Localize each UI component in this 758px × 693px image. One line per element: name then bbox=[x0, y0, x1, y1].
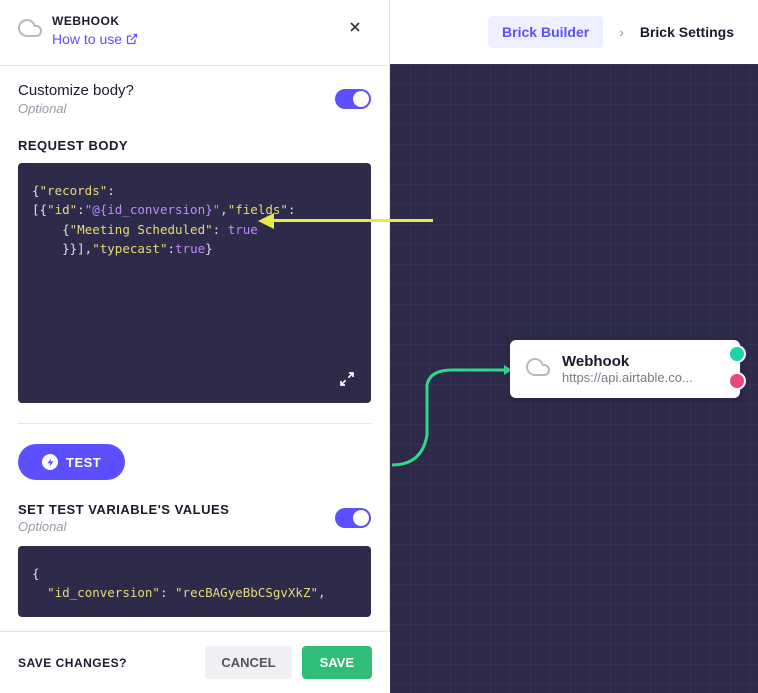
code-token: "Meeting Scheduled" bbox=[70, 222, 213, 237]
top-bar: Brick Builder › Brick Settings bbox=[390, 0, 758, 64]
optional-label: Optional bbox=[18, 101, 134, 116]
expand-icon bbox=[339, 371, 355, 387]
code-token: "id_conversion" bbox=[47, 585, 160, 600]
cancel-button[interactable]: CANCEL bbox=[205, 646, 291, 679]
code-token: true bbox=[175, 241, 205, 256]
code-token: "typecast" bbox=[92, 241, 167, 256]
save-prompt: SAVE CHANGES? bbox=[18, 656, 195, 670]
node-subtitle: https://api.airtable.co... bbox=[562, 370, 693, 385]
node-title: Webhook bbox=[562, 353, 693, 370]
divider bbox=[18, 423, 371, 424]
code-token: "@{id_conversion}" bbox=[85, 202, 220, 217]
code-token: "id" bbox=[47, 202, 77, 217]
how-to-use-link[interactable]: How to use bbox=[52, 31, 138, 47]
save-bar: SAVE CHANGES? CANCEL SAVE bbox=[0, 631, 390, 693]
config-sidebar: WEBHOOK How to use Customize body? Optio… bbox=[0, 0, 390, 693]
test-button-label: TEST bbox=[66, 455, 101, 470]
webhook-node[interactable]: Webhook https://api.airtable.co... bbox=[510, 340, 740, 398]
request-body-editor[interactable]: {"records":[{"id":"@{id_conversion}","fi… bbox=[18, 163, 371, 403]
chevron-right-icon: › bbox=[619, 24, 624, 40]
test-variables-editor[interactable]: { "id_conversion": "recBAGyeBbCSgvXkZ", bbox=[18, 546, 371, 617]
optional-label-2: Optional bbox=[18, 519, 229, 534]
expand-button[interactable] bbox=[333, 365, 361, 393]
code-token: "recBAGyeBbCSgvXkZ" bbox=[175, 585, 318, 600]
set-test-toggle[interactable] bbox=[335, 508, 371, 528]
request-body-heading: REQUEST BODY bbox=[18, 138, 371, 153]
output-port-success[interactable] bbox=[728, 345, 746, 363]
close-icon bbox=[347, 19, 363, 35]
cloud-icon bbox=[18, 16, 42, 40]
breadcrumb-builder[interactable]: Brick Builder bbox=[488, 16, 603, 48]
save-button[interactable]: SAVE bbox=[302, 646, 372, 679]
external-link-icon bbox=[126, 33, 138, 45]
test-button[interactable]: TEST bbox=[18, 444, 125, 480]
panel-title: WEBHOOK bbox=[52, 14, 138, 28]
customize-body-label: Customize body? bbox=[18, 82, 134, 99]
test-icon bbox=[42, 454, 58, 470]
code-token: true bbox=[228, 222, 258, 237]
how-to-use-label: How to use bbox=[52, 31, 122, 47]
customize-body-toggle[interactable] bbox=[335, 89, 371, 109]
code-token: "fields" bbox=[228, 202, 288, 217]
breadcrumb-settings[interactable]: Brick Settings bbox=[640, 24, 734, 40]
cloud-icon bbox=[526, 355, 550, 384]
close-button[interactable] bbox=[339, 14, 371, 45]
set-test-heading: SET TEST VARIABLE'S VALUES bbox=[18, 502, 229, 517]
output-port-error[interactable] bbox=[728, 372, 746, 390]
code-token: "records" bbox=[40, 183, 108, 198]
